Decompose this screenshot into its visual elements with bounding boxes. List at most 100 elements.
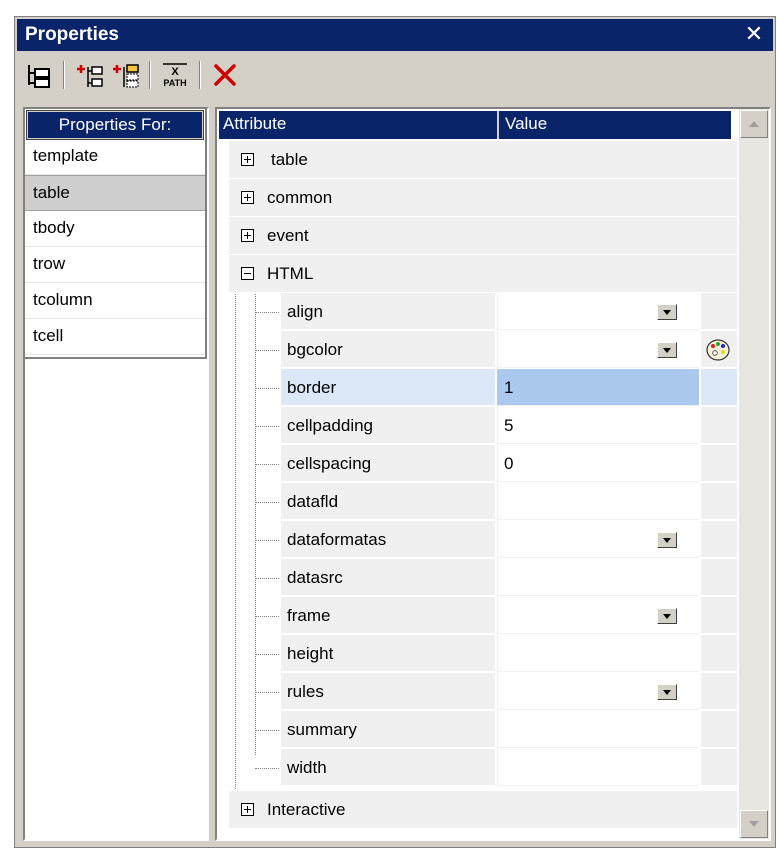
- attribute-name: border: [281, 369, 495, 406]
- attribute-extra-cell: [701, 445, 737, 482]
- list-item-tcolumn[interactable]: tcolumn: [25, 283, 205, 319]
- tree-line: [255, 388, 279, 389]
- expand-plus-icon[interactable]: [241, 191, 254, 204]
- attribute-row-frame[interactable]: frame: [217, 597, 737, 635]
- tree-line: [255, 654, 279, 655]
- attribute-extra-cell: [701, 635, 737, 672]
- dropdown-arrow-icon[interactable]: [657, 608, 677, 624]
- attribute-row-rules[interactable]: rules: [217, 673, 737, 711]
- group-row-html[interactable]: HTML: [229, 255, 737, 293]
- attribute-name: dataformatas: [281, 521, 495, 558]
- attribute-row-width[interactable]: width: [217, 749, 737, 787]
- list-item-tbody[interactable]: tbody: [25, 211, 205, 247]
- properties-window: Properties ✕ X PATH Properties For: temp…: [14, 16, 776, 848]
- attribute-row-border[interactable]: border 1: [217, 369, 737, 407]
- properties-for-header: Properties For:: [26, 110, 204, 140]
- list-item-trow[interactable]: trow: [25, 247, 205, 283]
- attribute-extra-cell: [701, 369, 737, 406]
- group-row-common[interactable]: common: [229, 179, 737, 217]
- attribute-name: datafld: [281, 483, 495, 520]
- attribute-row-cellspacing[interactable]: cellspacing 0: [217, 445, 737, 483]
- attribute-extra-cell: [701, 293, 737, 330]
- attribute-value[interactable]: [497, 711, 699, 748]
- tree-line: [255, 350, 279, 351]
- tree-line: [255, 426, 279, 427]
- dropdown-arrow-icon[interactable]: [657, 684, 677, 700]
- attribute-row-align[interactable]: align: [217, 293, 737, 331]
- tree-line: [255, 502, 279, 503]
- xpath-icon-text-bottom: PATH: [163, 78, 186, 88]
- attribute-row-datasrc[interactable]: datasrc: [217, 559, 737, 597]
- attribute-value[interactable]: [497, 749, 699, 786]
- scroll-up-icon[interactable]: [740, 110, 768, 138]
- toolbar-separator: [63, 61, 65, 89]
- attribute-name: width: [281, 749, 495, 786]
- list-item-table[interactable]: table: [25, 175, 205, 211]
- attribute-name: frame: [281, 597, 495, 634]
- xpath-icon[interactable]: X PATH: [159, 59, 191, 91]
- attribute-extra-cell: [701, 749, 737, 786]
- tree-line: [255, 578, 279, 579]
- attribute-row-summary[interactable]: summary: [217, 711, 737, 749]
- dropdown-arrow-icon[interactable]: [657, 342, 677, 358]
- component-list: Properties For: template table tbody tro…: [25, 109, 207, 359]
- attribute-row-cellpadding[interactable]: cellpadding 5: [217, 407, 737, 445]
- group-label-common: common: [267, 188, 333, 207]
- attribute-name: summary: [281, 711, 495, 748]
- attribute-value[interactable]: [497, 635, 699, 672]
- tree-line: [255, 730, 279, 731]
- scroll-down-icon[interactable]: [740, 810, 768, 838]
- attribute-row-datafld[interactable]: datafld: [217, 483, 737, 521]
- attribute-row-dataformatas[interactable]: dataformatas: [217, 521, 737, 559]
- group-row-interactive[interactable]: Interactive: [229, 791, 737, 829]
- add-after-icon[interactable]: [109, 59, 141, 91]
- attribute-value[interactable]: [497, 483, 699, 520]
- expand-plus-icon[interactable]: [241, 229, 254, 242]
- attribute-value[interactable]: 0: [497, 445, 699, 482]
- close-icon[interactable]: ✕: [743, 22, 765, 46]
- toolbar: X PATH: [17, 53, 773, 99]
- add-before-icon[interactable]: [73, 59, 105, 91]
- attribute-name: align: [281, 293, 495, 330]
- attribute-name: cellspacing: [281, 445, 495, 482]
- tree-line: [255, 312, 279, 313]
- group-label-html: HTML: [267, 264, 314, 283]
- attribute-extra-cell: [701, 559, 737, 596]
- attribute-extra-cell: [701, 673, 737, 710]
- tree-view-icon[interactable]: [23, 59, 55, 91]
- attribute-row-bgcolor[interactable]: bgcolor: [217, 331, 737, 369]
- attribute-extra-cell: [701, 521, 737, 558]
- xpath-icon-text-top: X: [171, 66, 179, 78]
- tree-line: [255, 540, 279, 541]
- collapse-minus-icon[interactable]: [241, 267, 254, 280]
- vertical-scrollbar[interactable]: [739, 109, 769, 839]
- group-row-event[interactable]: event: [229, 217, 737, 255]
- toolbar-separator: [199, 61, 201, 89]
- list-item-tcell[interactable]: tcell: [25, 319, 205, 355]
- group-label-interactive: Interactive: [267, 800, 346, 819]
- dropdown-arrow-icon[interactable]: [657, 304, 677, 320]
- attribute-value[interactable]: 5: [497, 407, 699, 444]
- column-header-value[interactable]: Value: [501, 111, 731, 139]
- color-palette-icon[interactable]: [705, 337, 731, 363]
- tree-line: [255, 768, 279, 769]
- attribute-value[interactable]: [497, 559, 699, 596]
- expand-plus-icon[interactable]: [241, 153, 254, 166]
- column-header-attribute[interactable]: Attribute: [219, 111, 499, 139]
- attribute-name: datasrc: [281, 559, 495, 596]
- attribute-extra-cell: [701, 483, 737, 520]
- list-item-template[interactable]: template: [25, 139, 205, 175]
- toolbar-separator: [149, 61, 151, 89]
- attribute-grid: Attribute Value table common event HTML …: [215, 107, 771, 841]
- expand-plus-icon[interactable]: [241, 803, 254, 816]
- attribute-row-height[interactable]: height: [217, 635, 737, 673]
- attribute-value[interactable]: 1: [497, 369, 699, 406]
- delete-icon[interactable]: [209, 59, 241, 91]
- properties-for-panel: Properties For: template table tbody tro…: [23, 107, 209, 841]
- group-row-table[interactable]: table: [229, 141, 737, 179]
- dropdown-arrow-icon[interactable]: [657, 532, 677, 548]
- attribute-name: height: [281, 635, 495, 672]
- group-label-event: event: [267, 226, 309, 245]
- attribute-name: rules: [281, 673, 495, 710]
- tree-line: [255, 616, 279, 617]
